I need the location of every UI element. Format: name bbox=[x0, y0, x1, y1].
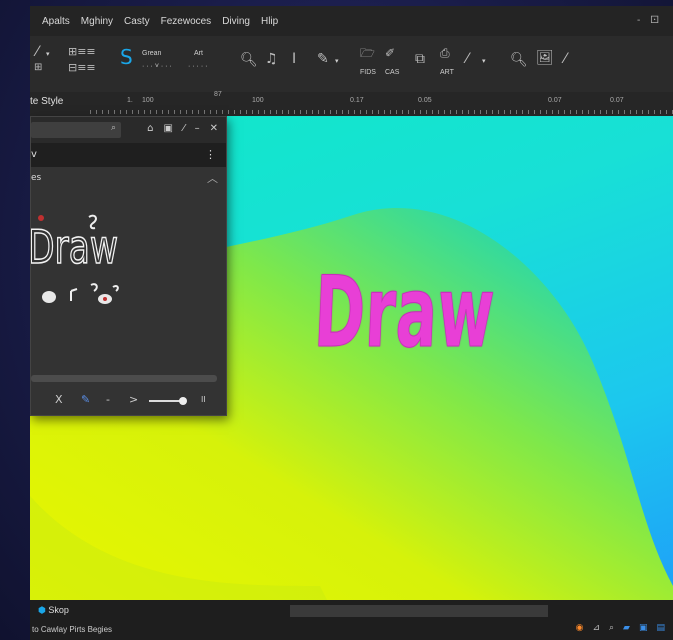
toolbar-dotted-line-2: · · · · · bbox=[188, 63, 208, 70]
chevron-up-icon[interactable]: ︿ bbox=[207, 170, 218, 186]
search-icon: ⌕ bbox=[110, 123, 116, 133]
pin-icon[interactable]: ⁄ bbox=[183, 123, 185, 134]
panel-scrollbar[interactable] bbox=[31, 375, 217, 382]
ruler-tick: 0.07 bbox=[610, 97, 624, 104]
delete-button[interactable]: X bbox=[55, 393, 63, 406]
store-tray-icon[interactable]: ▤ bbox=[656, 623, 665, 633]
curve-tool-icon[interactable]: S bbox=[120, 47, 133, 67]
menu-bar: Apalts Mghiny Casty Fezewoces Diving Hli… bbox=[30, 6, 673, 36]
panel-header-icons: ⌂ ▣ ⁄ – ✕ bbox=[147, 123, 218, 134]
menu-item-hlip[interactable]: Hlip bbox=[261, 16, 278, 27]
taskbar-item-label: Skop bbox=[48, 605, 69, 615]
menu-item-mghiny[interactable]: Mghiny bbox=[81, 16, 113, 27]
menu-item-apalts[interactable]: Apalts bbox=[42, 16, 70, 27]
grid-tool-icon[interactable]: ⊞≡≡ bbox=[68, 45, 96, 59]
minimize-icon[interactable]: – bbox=[195, 123, 200, 134]
pencil-tool-icon[interactable]: ⁄ bbox=[36, 45, 38, 59]
toolbar-group-label-1: Grean bbox=[142, 50, 162, 57]
menu-item-fezewoces[interactable]: Fezewoces bbox=[161, 16, 212, 27]
panel-header: ⌕ ⌂ ▣ ⁄ – ✕ bbox=[31, 117, 226, 143]
minimize-button[interactable]: - bbox=[637, 15, 640, 26]
zoom-icon[interactable]: 🔍︎ bbox=[240, 53, 258, 67]
ruler-tick: 100 bbox=[142, 97, 154, 104]
dropdown-arrow-icon[interactable]: ▾ bbox=[46, 48, 50, 62]
brush-icon[interactable]: ✎ bbox=[81, 393, 90, 406]
horizontal-scrollbar[interactable] bbox=[290, 605, 548, 617]
ruler-tick: 0.17 bbox=[350, 97, 364, 104]
file-label-3: ART bbox=[440, 69, 454, 76]
brush-dropdown-icon[interactable]: ▾ bbox=[335, 55, 339, 69]
status-text: to Cawlay Pirts Begies bbox=[32, 625, 113, 634]
app-tray-icon[interactable]: ◉ bbox=[576, 623, 584, 633]
file-label-1: FIDS bbox=[360, 69, 376, 76]
file-label-2: CAS bbox=[385, 69, 400, 76]
edit-image-icon[interactable]: 🖼︎ bbox=[536, 51, 554, 65]
panel-tab-row: v ⋮ bbox=[31, 143, 226, 167]
toolbar-dotted-line: · · · ˅ · · · bbox=[142, 63, 172, 70]
window-controls: - ⚀ bbox=[637, 15, 659, 26]
toolbar-group-label-2: Art bbox=[194, 50, 203, 57]
layers-panel: ⌕ ⌂ ▣ ⁄ – ✕ v ⋮ es ︿ Draw X ✎ - > II bbox=[30, 116, 227, 416]
ruler-tick: 87 bbox=[214, 91, 222, 98]
panel-search-input[interactable]: ⌕ bbox=[31, 122, 121, 138]
ruler-scale bbox=[90, 110, 673, 114]
menu-item-diving[interactable]: Diving bbox=[222, 16, 250, 27]
more-options-icon[interactable]: ⋮ bbox=[205, 148, 216, 161]
layer-thumbnail[interactable]: Draw bbox=[31, 205, 171, 315]
copy-tool-icon[interactable]: ⧉ bbox=[415, 52, 425, 66]
minus-button[interactable]: - bbox=[106, 393, 110, 406]
close-icon[interactable]: ✕ bbox=[210, 123, 218, 134]
search-icon[interactable]: 🔍︎ bbox=[510, 53, 528, 67]
style-label: te Style bbox=[30, 96, 64, 107]
folder-icon[interactable]: 🗁︎ bbox=[360, 46, 375, 60]
app-window: Apalts Mghiny Casty Fezewoces Diving Hli… bbox=[30, 6, 673, 640]
window-tray-icon[interactable]: ▣ bbox=[639, 623, 648, 633]
brush-tool-icon[interactable]: ✎ bbox=[317, 52, 329, 66]
thumbnail-text: Draw bbox=[31, 220, 118, 274]
taskbar-item[interactable]: ⬢ Skop bbox=[38, 605, 69, 616]
window-menu-button[interactable]: ⚀ bbox=[650, 15, 659, 26]
search-tray-icon[interactable]: ⌕ bbox=[609, 623, 614, 633]
next-button[interactable]: > bbox=[129, 393, 138, 406]
home-icon[interactable]: ⌂ bbox=[147, 123, 153, 134]
toolbar: ⁄ ▾ ⊞ ⊞≡≡ ⊟≡≡ S Grean · · · ˅ · · · Art … bbox=[30, 36, 673, 92]
system-tray: ◉ ⊿ ⌕ ▰ ▣ ▤ bbox=[576, 623, 665, 633]
app-icon: ⬢ bbox=[38, 605, 46, 615]
opacity-slider[interactable] bbox=[149, 397, 187, 405]
pause-button[interactable]: II bbox=[201, 395, 206, 404]
panel-section-header[interactable]: es ︿ bbox=[31, 167, 226, 189]
menu-item-casty[interactable]: Casty bbox=[124, 16, 150, 27]
ruler-tick: 100 bbox=[252, 97, 264, 104]
signal-icon[interactable]: ⊿ bbox=[592, 623, 600, 633]
ruler-tick: 0.07 bbox=[548, 97, 562, 104]
canvas-title-text[interactable]: Draw bbox=[312, 256, 498, 371]
status-bar: ⬢ Skop to Cawlay Pirts Begies ◉ ⊿ ⌕ ▰ ▣ … bbox=[30, 600, 673, 640]
pen-tool-icon[interactable]: ⁄ bbox=[564, 52, 566, 66]
save-icon[interactable]: ▣ bbox=[163, 123, 172, 134]
align-tool-icon[interactable]: ⊞ bbox=[34, 61, 42, 75]
ruler: te Style 1. 100 87 100 0.17 0.05 0.07 0.… bbox=[30, 91, 673, 117]
pen-file-icon[interactable]: ✐ bbox=[385, 46, 395, 60]
print-icon[interactable]: ⎙ bbox=[440, 46, 450, 60]
line-tool-icon[interactable]: ⁄ bbox=[466, 52, 468, 66]
panel-controls: X ✎ - > II bbox=[31, 391, 226, 411]
ruler-tick: 1. bbox=[127, 97, 133, 104]
layout-tool-icon[interactable]: ⊟≡≡ bbox=[68, 61, 96, 75]
panel-section-label: es bbox=[31, 173, 42, 183]
folder-tray-icon[interactable]: ▰ bbox=[623, 623, 630, 633]
text-cursor-icon[interactable]: I bbox=[292, 52, 296, 66]
line-dropdown-icon[interactable]: ▾ bbox=[482, 55, 486, 69]
ruler-tick: 0.05 bbox=[418, 97, 432, 104]
panel-tab-label: v bbox=[31, 149, 37, 160]
music-note-icon[interactable]: ♫ bbox=[265, 52, 278, 66]
